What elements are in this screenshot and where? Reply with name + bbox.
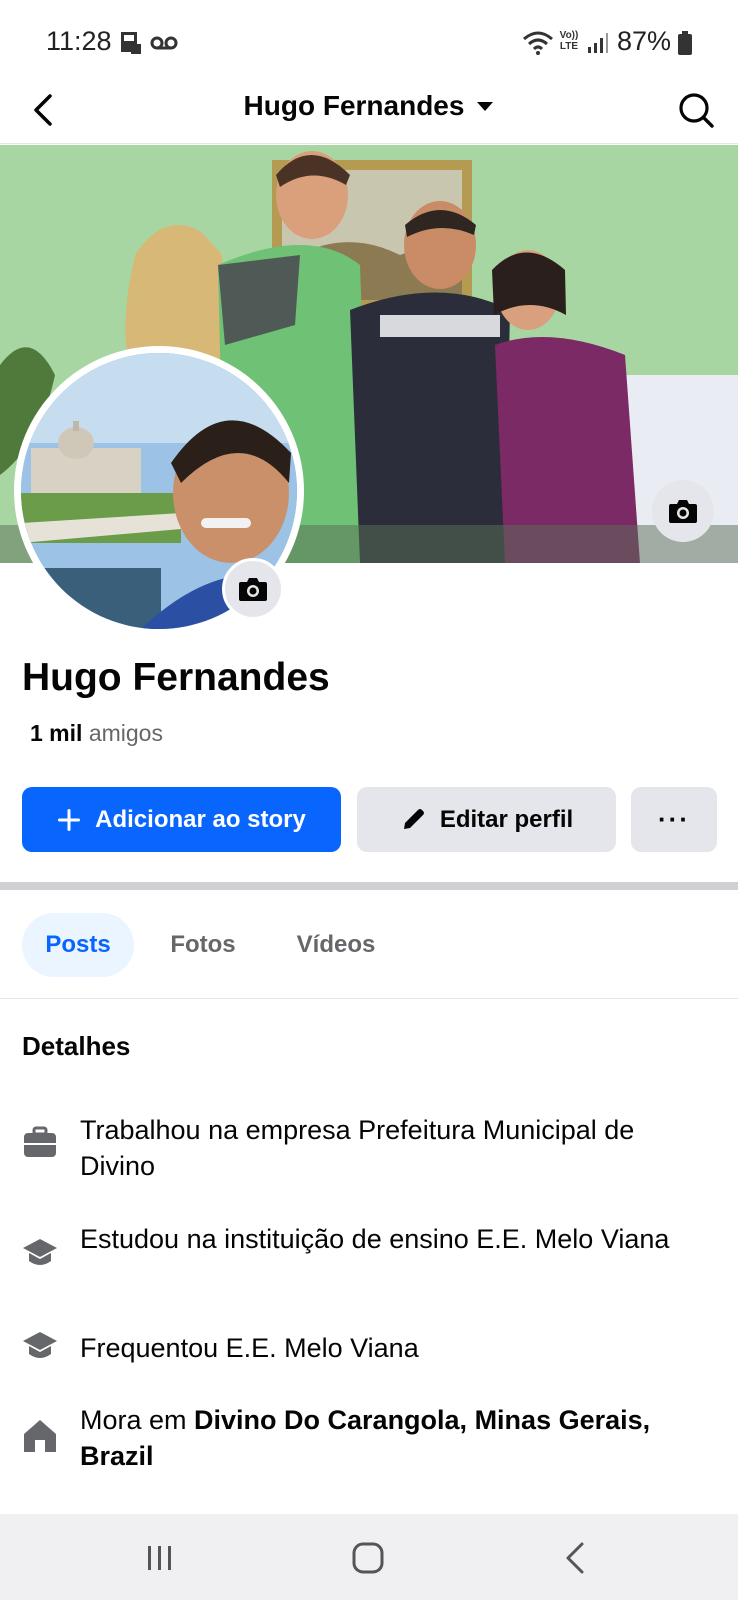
- volte-icon: Vo)) LTE: [559, 30, 579, 52]
- signal-icon: [588, 33, 608, 53]
- battery-percent: 87%: [617, 26, 672, 56]
- detail-text-home: Mora em Divino Do Carangola, Minas Gerai…: [80, 1402, 690, 1474]
- detail-text-work: Trabalhou na empresa Prefeitura Municipa…: [80, 1115, 635, 1181]
- add-to-story-button[interactable]: Adicionar ao story: [22, 787, 341, 852]
- system-navigation-bar: [0, 1514, 738, 1600]
- recent-apps-icon[interactable]: [138, 1536, 182, 1580]
- tab-videos[interactable]: Vídeos: [285, 913, 387, 977]
- more-options-icon: ···: [658, 804, 690, 834]
- nav-title[interactable]: Hugo Fernandes: [0, 90, 738, 122]
- briefcase-icon: [24, 1126, 56, 1157]
- tabs-divider: [0, 998, 738, 999]
- tab-fotos[interactable]: Fotos: [160, 913, 246, 977]
- home-icon: [24, 1420, 56, 1452]
- camera-icon: [239, 578, 267, 601]
- home-button-icon[interactable]: [346, 1536, 390, 1580]
- tab-posts[interactable]: Posts: [22, 913, 134, 977]
- detail-text-attended: Frequentou E.E. Melo Viana: [80, 1333, 419, 1363]
- nav-title-text: Hugo Fernandes: [243, 90, 465, 121]
- details-heading: Detalhes: [22, 1031, 131, 1061]
- notification-app-icon: [121, 32, 141, 54]
- camera-icon: [669, 500, 697, 523]
- friends-label: amigos: [88, 720, 163, 746]
- profile-name: Hugo Fernandes: [22, 656, 330, 699]
- edit-profile-picture-camera-button[interactable]: [222, 558, 284, 620]
- edit-profile-label: Editar perfil: [439, 805, 574, 833]
- pencil-icon: [403, 808, 424, 829]
- friends-count-number: 1 mil: [30, 720, 83, 746]
- graduation-cap-icon: [23, 1332, 57, 1358]
- friends-count[interactable]: 1 mil amigos: [30, 720, 163, 747]
- status-time: 11:28: [46, 26, 112, 56]
- status-bar: 11:28 Vo)) LTE 87%: [0, 0, 738, 82]
- top-nav-bar: Hugo Fernandes: [0, 82, 738, 144]
- system-back-icon[interactable]: [554, 1536, 598, 1580]
- scroll-fade: [0, 1490, 738, 1516]
- detail-text-education: Estudou na instituição de ensino E.E. Me…: [80, 1224, 670, 1254]
- edit-profile-button[interactable]: Editar perfil: [357, 787, 616, 852]
- section-divider: [0, 882, 738, 890]
- plus-icon: [58, 808, 81, 831]
- graduation-cap-icon: [23, 1239, 57, 1265]
- home-prefix: Mora em: [80, 1405, 195, 1435]
- edit-cover-camera-button[interactable]: [652, 480, 714, 542]
- caret-down-icon: [477, 102, 494, 111]
- add-to-story-label: Adicionar ao story: [95, 805, 306, 833]
- voicemail-icon: [150, 36, 178, 50]
- search-icon[interactable]: [676, 88, 716, 132]
- battery-icon: [678, 31, 692, 55]
- wifi-icon: [523, 31, 553, 55]
- more-options-button[interactable]: ···: [631, 787, 717, 852]
- facebook-profile-screen: 11:28 Vo)) LTE 87% Hugo Fernandes Hugo F…: [0, 0, 738, 1600]
